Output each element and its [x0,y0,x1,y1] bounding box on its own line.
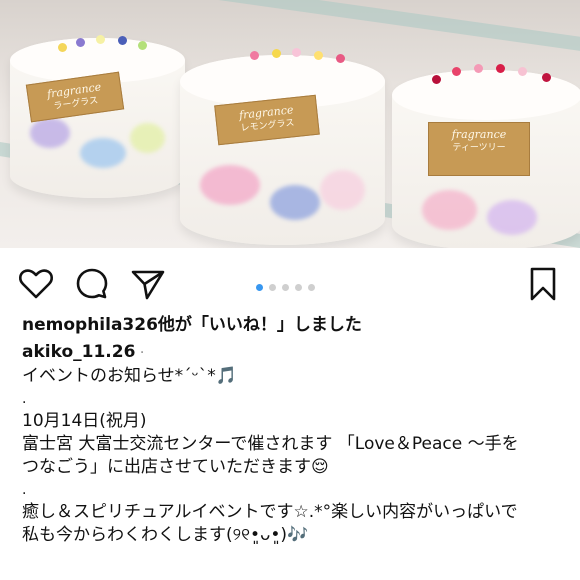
carousel-dot[interactable] [295,284,302,291]
carousel-dot[interactable] [256,284,263,291]
carousel-dot[interactable] [269,284,276,291]
heart-icon[interactable] [18,266,54,302]
candle-tag-right: fragrance ティーツリー [428,122,530,176]
caption-line: つなごう」に出店させていただきます😌 [22,457,329,477]
likes-text[interactable]: 他が「いいね！」しました [158,315,362,335]
candle-center [180,48,385,245]
caption-line: 富士宮 大富士交流センターで催されます 「Love＆Peace 〜手を [22,434,519,454]
caption-dot: . [22,482,27,498]
caption-date: 10月14日(祝月) [22,411,147,431]
send-icon[interactable] [130,266,166,302]
comment-icon[interactable] [74,266,110,302]
author-line: akiko_11.26 · [22,341,567,365]
post-caption: nemophila326他が「いいね！」しました akiko_11.26 · イ… [22,314,567,547]
carousel-indicator [256,276,321,291]
author-separator: · [135,345,145,361]
liker-username[interactable]: nemophila326 [22,315,158,335]
caption-line: 私も今からわくわくします(୨୧•͈ᴗ•͈)🎶 [22,525,309,545]
likes-line: nemophila326他が「いいね！」しました [22,314,567,337]
carousel-dot[interactable] [282,284,289,291]
caption-line: 癒し＆スピリチュアルイベントです☆.*°楽しい内容がいっぱいで [22,502,518,522]
caption-line: イベントのお知らせ*´ᵕ`*🎵 [22,366,237,386]
bookmark-icon[interactable] [525,266,561,302]
author-username[interactable]: akiko_11.26 [22,342,135,362]
caption-dot: . [22,391,27,407]
carousel-dot[interactable] [308,284,315,291]
post-photo[interactable]: fragrance ラーグラス fragrance レモングラス fragran… [0,0,580,248]
